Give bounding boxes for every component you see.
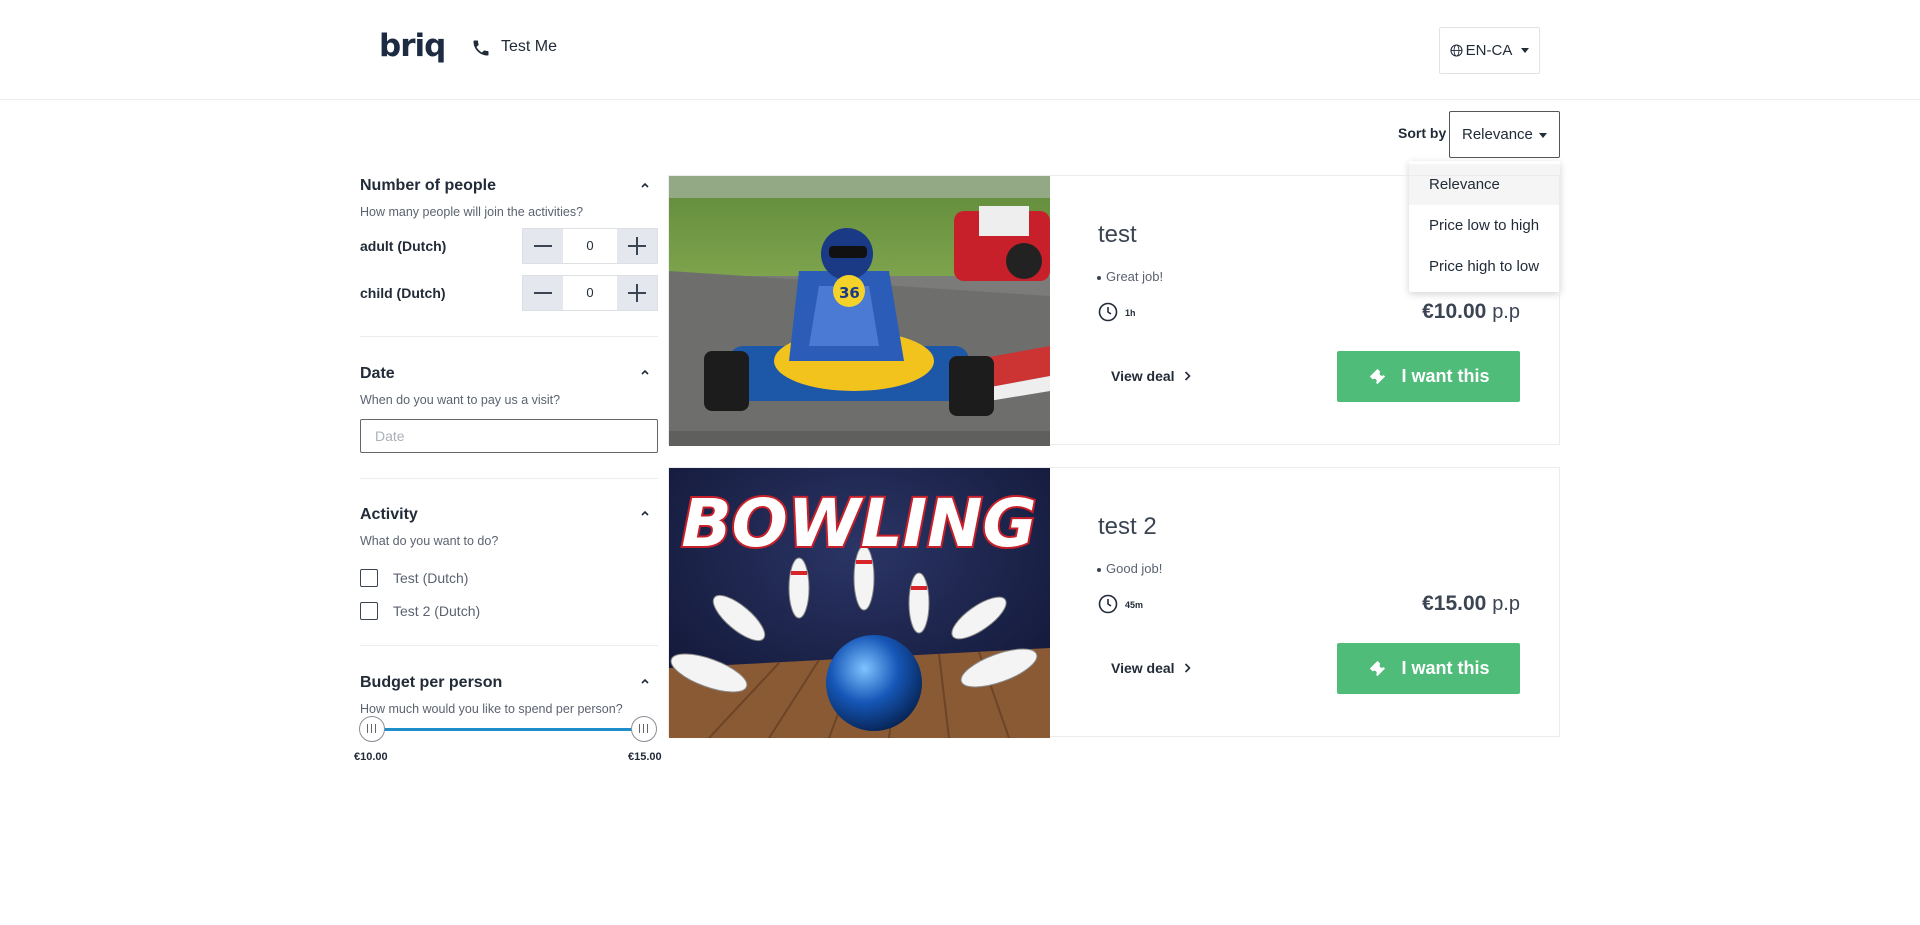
checkbox[interactable] <box>360 569 378 587</box>
view-deal-label: View deal <box>1111 660 1175 676</box>
view-deal-link[interactable]: View deal <box>1111 368 1191 384</box>
budget-max-label: €15.00 <box>628 751 662 763</box>
adult-quantity-stepper: 0 <box>522 228 658 264</box>
deal-card: 36 test Great job! 1h €10.00 p.p View de… <box>668 175 1560 446</box>
budget-min-label: €10.00 <box>354 751 388 763</box>
site-header: briq Test Me EN-CA <box>0 0 1920 100</box>
deal-duration: 1h <box>1125 308 1136 318</box>
minus-button[interactable] <box>523 276 563 310</box>
cta-label: I want this <box>1401 366 1490 386</box>
people-filter-subtitle: How many people will join the activities… <box>360 205 584 219</box>
chevron-right-icon <box>1184 663 1191 673</box>
deal-price: €10.00 p.p <box>1422 300 1520 324</box>
plus-button[interactable] <box>617 229 657 263</box>
date-filter-subtitle: When do you want to pay us a visit? <box>360 393 561 407</box>
checkbox[interactable] <box>360 602 378 620</box>
briq-logo[interactable]: briq <box>379 28 446 64</box>
contact-label[interactable]: Test Me <box>501 38 557 56</box>
activity-option-test-2[interactable]: Test 2 (Dutch) <box>360 601 480 621</box>
language-label: EN-CA <box>1465 42 1513 59</box>
activity-option-label: Test (Dutch) <box>393 570 469 586</box>
deal-price-unit: p.p <box>1492 301 1520 323</box>
deal-title[interactable]: test <box>1098 221 1137 249</box>
sort-dropdown[interactable]: Relevance <box>1449 111 1560 158</box>
budget-filter-title[interactable]: Budget per person <box>360 674 502 692</box>
clock-icon <box>1098 594 1118 614</box>
divider <box>360 645 658 646</box>
people-filter-title[interactable]: Number of people <box>360 177 496 195</box>
deal-image-bowling[interactable]: BOWLING <box>669 468 1050 738</box>
go-kart-icon: 36 <box>669 176 1050 446</box>
i-want-this-button[interactable]: I want this <box>1337 643 1520 694</box>
chevron-down-icon <box>1521 48 1530 53</box>
chevron-down-icon <box>1539 133 1547 138</box>
activity-filter-title[interactable]: Activity <box>360 506 418 524</box>
deal-highlight: Great job! <box>1096 269 1164 284</box>
child-quantity-stepper: 0 <box>522 275 658 311</box>
i-want-this-button[interactable]: I want this <box>1337 351 1520 402</box>
adult-stepper-row: adult (Dutch) 0 <box>360 228 658 264</box>
chevron-up-icon[interactable] <box>640 367 650 377</box>
minus-button[interactable] <box>523 229 563 263</box>
clock-icon <box>1098 302 1118 322</box>
date-filter-title[interactable]: Date <box>360 365 395 383</box>
sort-selected-value: Relevance <box>1462 126 1533 143</box>
child-label: child (Dutch) <box>360 285 446 301</box>
adult-label: adult (Dutch) <box>360 238 447 254</box>
activity-option-label: Test 2 (Dutch) <box>393 603 481 619</box>
bowling-image-text: BOWLING <box>681 485 1036 562</box>
plus-button[interactable] <box>617 276 657 310</box>
sort-label: Sort by <box>1398 125 1447 141</box>
slider-max-handle[interactable] <box>631 716 657 742</box>
deal-duration: 45m <box>1125 600 1144 610</box>
slider-min-handle[interactable] <box>359 716 385 742</box>
deal-price-value: €10.00 <box>1422 300 1487 323</box>
view-deal-link[interactable]: View deal <box>1111 660 1191 676</box>
adult-count[interactable]: 0 <box>563 229 617 263</box>
cta-label: I want this <box>1401 658 1490 678</box>
ticket-icon <box>1370 368 1386 384</box>
bowling-icon: BOWLING <box>669 468 1050 738</box>
chevron-up-icon[interactable] <box>640 180 650 190</box>
chevron-up-icon[interactable] <box>640 508 650 518</box>
budget-filter-subtitle: How much would you like to spend per per… <box>360 702 623 716</box>
child-count[interactable]: 0 <box>563 276 617 310</box>
date-input[interactable] <box>360 419 658 453</box>
slider-track[interactable] <box>372 728 648 731</box>
deal-price: €15.00 p.p <box>1422 592 1520 616</box>
deal-price-value: €15.00 <box>1422 592 1487 615</box>
deal-highlight: Good job! <box>1096 561 1163 576</box>
language-selector[interactable]: EN-CA <box>1439 27 1540 74</box>
divider <box>360 336 658 337</box>
divider <box>360 478 658 479</box>
activity-option-test[interactable]: Test (Dutch) <box>360 568 468 588</box>
globe-icon <box>1450 44 1463 57</box>
deal-title[interactable]: test 2 <box>1098 513 1157 541</box>
deal-price-unit: p.p <box>1492 593 1520 615</box>
svg-text:36: 36 <box>839 284 860 302</box>
view-deal-label: View deal <box>1111 368 1175 384</box>
child-stepper-row: child (Dutch) 0 <box>360 275 658 311</box>
chevron-up-icon[interactable] <box>640 676 650 686</box>
ticket-icon <box>1370 660 1386 676</box>
activity-filter-subtitle: What do you want to do? <box>360 534 499 548</box>
deal-card: BOWLING test 2 Good job! 45m €15.00 p.p … <box>668 467 1560 738</box>
chevron-right-icon <box>1184 371 1191 381</box>
phone-icon <box>473 40 489 56</box>
deal-image-go-kart[interactable]: 36 <box>669 176 1050 446</box>
